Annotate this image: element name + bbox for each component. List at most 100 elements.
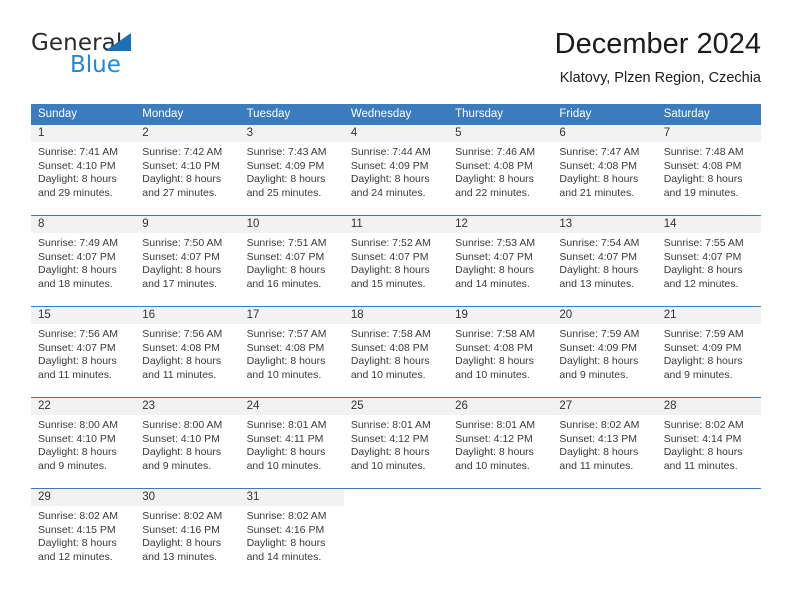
daylight-text-line1: Daylight: 8 hours — [455, 446, 534, 458]
sunrise-text: Sunrise: 7:59 AM — [663, 328, 744, 340]
day-cell[interactable]: 8 Sunrise: 7:49 AM Sunset: 4:07 PM Daylight… — [31, 216, 136, 295]
day-cell[interactable]: 19 Sunrise: 7:58 AM Sunset: 4:08 PM Dayligh… — [448, 307, 553, 386]
day-cell[interactable]: 12 Sunrise: 7:53 AM Sunset: 4:07 PM Dayligh… — [448, 216, 553, 295]
day-number-band: 9 — [135, 216, 240, 233]
day-number: 5 — [455, 127, 462, 139]
sunset-text: Sunset: 4:08 PM — [455, 159, 533, 172]
day-number: 8 — [38, 218, 45, 230]
day-cell[interactable]: 24 Sunrise: 8:01 AM Sunset: 4:11 PM Dayligh… — [239, 398, 344, 477]
calendar-week-inner: 8 Sunrise: 7:49 AM Sunset: 4:07 PM Daylight… — [31, 216, 761, 295]
day-number: 19 — [455, 309, 468, 321]
day-number-band: 10 — [239, 216, 344, 233]
day-cell[interactable]: 22 Sunrise: 8:00 AM Sunset: 4:10 PM Dayligh… — [31, 398, 136, 477]
sunrise-text: Sunrise: 7:41 AM — [38, 146, 118, 158]
day-cell[interactable]: 25 Sunrise: 8:01 AM Sunset: 4:12 PM Dayligh… — [343, 398, 449, 477]
day-cell[interactable]: 18 Sunrise: 7:58 AM Sunset: 4:08 PM Dayligh… — [343, 307, 449, 386]
sunrise-text: Sunrise: 7:55 AM — [663, 237, 744, 249]
daylight-text-line1: Daylight: 8 hours — [142, 537, 222, 549]
sunrise-text: Sunrise: 7:53 AM — [455, 237, 536, 249]
day-cell[interactable]: 7 Sunrise: 7:48 AM Sunset: 4:08 PM Daylight… — [656, 125, 761, 204]
daylight-text-line2: and 12 minutes. — [38, 550, 113, 563]
day-number-band: 23 — [135, 398, 240, 415]
daylight-text-line1: Daylight: 8 hours — [246, 446, 326, 458]
day-cell[interactable]: 5 Sunrise: 7:46 AM Sunset: 4:08 PM Daylight… — [448, 125, 553, 204]
day-cell[interactable]: 26 Sunrise: 8:01 AM Sunset: 4:12 PM Dayligh… — [448, 398, 553, 477]
sunset-text: Sunset: 4:16 PM — [142, 523, 220, 536]
day-number-band: 19 — [448, 307, 553, 324]
day-number: 12 — [455, 218, 468, 230]
daylight-text-line1: Daylight: 8 hours — [38, 173, 117, 185]
day-cell[interactable]: 14 Sunrise: 7:55 AM Sunset: 4:07 PM Dayligh… — [656, 216, 761, 295]
day-cell[interactable]: 2 Sunrise: 7:42 AM Sunset: 4:10 PM Daylight… — [135, 125, 240, 204]
sunrise-text: Sunrise: 7:46 AM — [455, 146, 536, 158]
day-cell[interactable]: 11 Sunrise: 7:52 AM Sunset: 4:07 PM Dayligh… — [343, 216, 449, 295]
sunrise-text: Sunrise: 7:49 AM — [38, 237, 118, 249]
day-number: 1 — [38, 127, 45, 139]
general-blue-logo[interactable]: General Blue — [31, 30, 251, 90]
day-cell[interactable]: 3 Sunrise: 7:43 AM Sunset: 4:09 PM Daylight… — [239, 125, 344, 204]
day-details: Sunrise: 8:02 AM Sunset: 4:16 PM Daylight:… — [240, 506, 344, 568]
day-number: 26 — [455, 400, 468, 412]
sunrise-text: Sunrise: 7:58 AM — [350, 328, 431, 340]
sunset-text: Sunset: 4:10 PM — [38, 432, 116, 445]
daylight-text-line1: Daylight: 8 hours — [663, 355, 743, 367]
sunrise-text: Sunrise: 7:54 AM — [559, 237, 640, 249]
day-details: Sunrise: 7:51 AM Sunset: 4:07 PM Daylight:… — [240, 233, 344, 295]
day-cell[interactable]: 27 Sunrise: 8:02 AM Sunset: 4:13 PM Dayligh… — [552, 398, 657, 477]
daylight-text-line1: Daylight: 8 hours — [38, 446, 117, 458]
day-cell[interactable]: 20 Sunrise: 7:59 AM Sunset: 4:09 PM Dayligh… — [552, 307, 657, 386]
day-number-band — [448, 489, 553, 506]
page-header: General Blue December 2024 Klatovy, Plze… — [31, 26, 761, 98]
day-number-band — [552, 489, 657, 506]
day-number: 16 — [142, 309, 156, 321]
calendar-weeks: 1 Sunrise: 7:41 AM Sunset: 4:10 PM Daylight… — [31, 125, 761, 568]
sunset-text: Sunset: 4:09 PM — [663, 341, 742, 354]
sunset-text: Sunset: 4:12 PM — [455, 432, 533, 445]
day-cell[interactable]: 31 Sunrise: 8:02 AM Sunset: 4:16 PM Dayligh… — [239, 489, 344, 568]
day-cell[interactable]: 15 Sunrise: 7:56 AM Sunset: 4:07 PM Dayligh… — [31, 307, 136, 386]
day-cell[interactable]: 9 Sunrise: 7:50 AM Sunset: 4:07 PM Daylight… — [135, 216, 240, 295]
day-details: Sunrise: 7:56 AM Sunset: 4:07 PM Daylight:… — [31, 324, 135, 386]
day-cell[interactable]: 6 Sunrise: 7:47 AM Sunset: 4:08 PM Daylight… — [552, 125, 657, 204]
sunrise-text: Sunrise: 8:01 AM — [455, 419, 536, 431]
day-number: 27 — [559, 400, 573, 412]
sunset-text: Sunset: 4:13 PM — [559, 432, 638, 445]
day-cell[interactable]: 30 Sunrise: 8:02 AM Sunset: 4:16 PM Dayligh… — [135, 489, 240, 568]
daylight-text-line2: and 17 minutes. — [142, 277, 217, 290]
day-cell-empty — [448, 489, 553, 568]
day-cell[interactable]: 23 Sunrise: 8:00 AM Sunset: 4:10 PM Dayligh… — [135, 398, 240, 477]
day-cell[interactable]: 16 Sunrise: 7:56 AM Sunset: 4:08 PM Dayligh… — [135, 307, 240, 386]
daylight-text-line1: Daylight: 8 hours — [663, 446, 743, 458]
sunrise-text: Sunrise: 8:02 AM — [559, 419, 640, 431]
daylight-text-line1: Daylight: 8 hours — [142, 355, 222, 367]
day-number: 6 — [559, 127, 566, 139]
sunset-text: Sunset: 4:11 PM — [246, 432, 324, 445]
day-cell[interactable]: 17 Sunrise: 7:57 AM Sunset: 4:08 PM Dayligh… — [239, 307, 344, 386]
calendar-week-row: 29 Sunrise: 8:02 AM Sunset: 4:15 PM Dayligh… — [31, 488, 761, 568]
day-cell[interactable]: 29 Sunrise: 8:02 AM Sunset: 4:15 PM Dayligh… — [31, 489, 136, 568]
day-cell-empty — [343, 489, 449, 568]
day-number: 10 — [246, 218, 260, 230]
page-title: December 2024 — [554, 28, 761, 60]
daylight-text-line1: Daylight: 8 hours — [142, 173, 222, 185]
day-cell[interactable]: 21 Sunrise: 7:59 AM Sunset: 4:09 PM Dayligh… — [656, 307, 761, 386]
daylight-text-line1: Daylight: 8 hours — [142, 446, 222, 458]
daylight-text-line2: and 21 minutes. — [559, 186, 635, 199]
day-cell[interactable]: 1 Sunrise: 7:41 AM Sunset: 4:10 PM Daylight… — [31, 125, 136, 204]
sunset-text: Sunset: 4:07 PM — [38, 341, 116, 354]
day-number-band: 17 — [239, 307, 344, 324]
day-number-band: 6 — [552, 125, 657, 142]
day-cell[interactable]: 10 Sunrise: 7:51 AM Sunset: 4:07 PM Dayligh… — [239, 216, 344, 295]
day-details: Sunrise: 7:58 AM Sunset: 4:08 PM Daylight:… — [448, 324, 552, 386]
daylight-text-line1: Daylight: 8 hours — [350, 446, 430, 458]
calendar-week-row: 8 Sunrise: 7:49 AM Sunset: 4:07 PM Daylight… — [31, 215, 761, 295]
day-number-band: 18 — [343, 307, 449, 324]
sunrise-text: Sunrise: 7:50 AM — [142, 237, 223, 249]
day-cell[interactable]: 4 Sunrise: 7:44 AM Sunset: 4:09 PM Daylight… — [343, 125, 449, 204]
day-cell[interactable]: 28 Sunrise: 8:02 AM Sunset: 4:14 PM Dayligh… — [656, 398, 761, 477]
day-number-band: 12 — [448, 216, 553, 233]
daylight-text-line2: and 11 minutes. — [663, 459, 738, 472]
sunset-text: Sunset: 4:09 PM — [350, 159, 429, 172]
day-cell[interactable]: 13 Sunrise: 7:54 AM Sunset: 4:07 PM Dayligh… — [552, 216, 657, 295]
day-number: 20 — [559, 309, 573, 321]
